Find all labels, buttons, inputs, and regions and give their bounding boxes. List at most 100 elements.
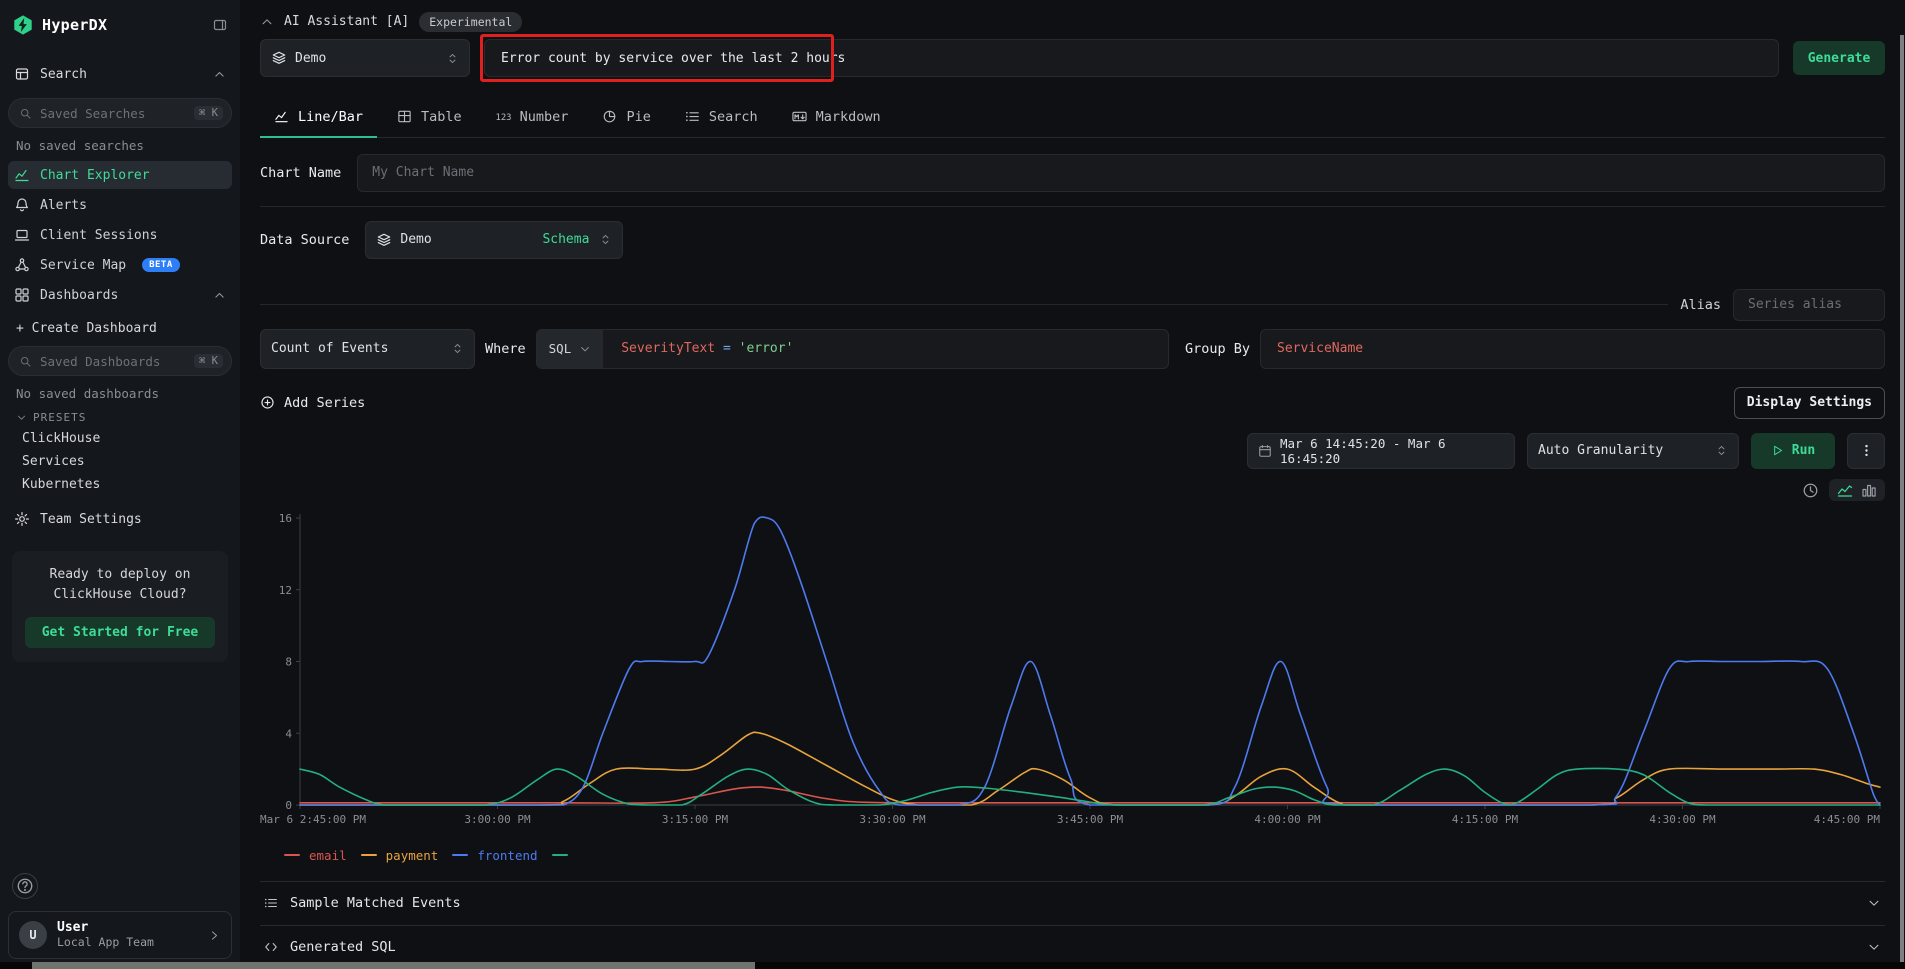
preset-clickhouse[interactable]: ClickHouse: [8, 428, 232, 449]
sample-matched-events-section[interactable]: Sample Matched Events: [260, 881, 1885, 925]
legend-swatch: [452, 854, 468, 856]
dots-vertical-icon: [1859, 443, 1874, 458]
ai-prompt-input[interactable]: [484, 39, 1779, 77]
sidebar-item-label: Service Map: [40, 258, 126, 273]
schema-link[interactable]: Schema: [542, 232, 589, 247]
chevron-down-icon: [1867, 940, 1881, 954]
sidebar-collapse-button[interactable]: [212, 17, 228, 33]
kbd-shortcut: ⌘ K: [194, 354, 223, 368]
tab-label: Search: [709, 109, 758, 125]
grid-icon: [14, 287, 30, 303]
preset-services[interactable]: Services: [8, 451, 232, 472]
divider: [260, 304, 1668, 305]
app-window: HyperDX Search Saved Searches ⌘ K No sav…: [0, 0, 1905, 969]
where-input[interactable]: SQL SeverityText = 'error': [536, 329, 1169, 369]
create-dashboard-button[interactable]: + Create Dashboard: [8, 321, 232, 336]
panel-icon: [212, 17, 228, 33]
layers-icon: [271, 50, 287, 66]
alias-input[interactable]: [1733, 289, 1885, 321]
svg-text:4:45:00 PM: 4:45:00 PM: [1814, 813, 1881, 826]
sidebar-section-search[interactable]: Search: [8, 60, 232, 88]
gear-icon: [14, 511, 30, 527]
chart-name-input[interactable]: [357, 154, 1885, 192]
sidebar-item-dashboards[interactable]: Dashboards: [8, 281, 232, 309]
sidebar-item-team-settings[interactable]: Team Settings: [8, 505, 232, 533]
granularity-select[interactable]: Auto Granularity: [1527, 433, 1739, 469]
group-by-label: Group By: [1185, 341, 1250, 357]
add-series-button[interactable]: Add Series: [260, 395, 365, 411]
chevron-down-icon: [1867, 896, 1881, 910]
main-content: AI Assistant [A] Experimental Demo Gener…: [240, 0, 1905, 969]
tab-label: Pie: [626, 109, 650, 125]
time-range-value: Mar 6 14:45:20 - Mar 6 16:45:20: [1280, 436, 1504, 466]
clickhouse-cloud-promo: Ready to deploy on ClickHouse Cloud? Get…: [12, 551, 228, 662]
line-chart-toggle[interactable]: [1834, 482, 1856, 498]
svg-text:12: 12: [279, 584, 292, 597]
line-chart-icon: [1837, 482, 1853, 498]
legend-item-email[interactable]: email: [284, 848, 347, 863]
tab-search[interactable]: Search: [671, 98, 772, 138]
tab-number[interactable]: 123Number: [482, 98, 583, 138]
window-icon: [14, 66, 30, 82]
presets-header[interactable]: PRESETS: [8, 411, 232, 424]
series-row: Count of Events Where SQL SeverityText =…: [260, 329, 1885, 369]
saved-searches-placeholder: Saved Searches: [40, 106, 186, 121]
saved-searches-input[interactable]: Saved Searches ⌘ K: [8, 98, 232, 128]
group-by-input[interactable]: ServiceName: [1260, 329, 1885, 369]
add-series-row: Add Series Display Settings: [260, 387, 1885, 419]
sidebar-item-alerts[interactable]: Alerts: [8, 191, 232, 219]
data-source-select[interactable]: Demo Schema: [365, 221, 623, 259]
user-menu[interactable]: U User Local App Team: [8, 911, 232, 959]
presets-label: PRESETS: [33, 411, 86, 424]
sidebar-item-service-map[interactable]: Service MapBETA: [8, 251, 232, 279]
promo-text: Ready to deploy on ClickHouse Cloud?: [22, 565, 218, 605]
bar-chart-toggle[interactable]: [1858, 482, 1880, 498]
svg-text:Mar 6 2:45:00 PM: Mar 6 2:45:00 PM: [260, 813, 366, 826]
legend-label: payment: [386, 848, 439, 863]
display-settings-button[interactable]: Display Settings: [1734, 387, 1885, 419]
run-button[interactable]: Run: [1751, 433, 1835, 469]
data-source-value: Demo: [400, 232, 431, 247]
legend-item-item[interactable]: [552, 854, 568, 856]
tab-label: Markdown: [816, 109, 881, 125]
chart-area[interactable]: 0481216Mar 6 2:45:00 PM3:00:00 PM3:15:00…: [260, 510, 1885, 840]
time-range-input[interactable]: Mar 6 14:45:20 - Mar 6 16:45:20: [1247, 433, 1515, 469]
preset-kubernetes[interactable]: Kubernetes: [8, 474, 232, 495]
clock-icon: [1802, 482, 1819, 499]
where-label: Where: [485, 341, 526, 357]
time-format-button[interactable]: [1802, 482, 1819, 499]
alias-label: Alias: [1680, 297, 1721, 313]
run-row: Mar 6 14:45:20 - Mar 6 16:45:20 Auto Gra…: [260, 433, 1885, 469]
aggregation-select[interactable]: Count of Events: [260, 329, 475, 369]
help-button[interactable]: [12, 873, 38, 899]
tab-label: Table: [421, 109, 462, 125]
run-label: Run: [1792, 443, 1815, 458]
tab-markdown[interactable]: Markdown: [778, 98, 895, 138]
svg-text:16: 16: [279, 512, 292, 525]
aggregation-value: Count of Events: [271, 341, 388, 356]
saved-dashboards-input[interactable]: Saved Dashboards ⌘ K: [8, 346, 232, 376]
experimental-badge: Experimental: [419, 12, 522, 32]
vertical-scrollbar[interactable]: [1900, 35, 1904, 965]
legend-swatch: [284, 854, 300, 856]
more-options-button[interactable]: [1847, 433, 1885, 469]
play-icon: [1771, 444, 1784, 457]
tab-pie[interactable]: Pie: [588, 98, 664, 138]
ai-source-select[interactable]: Demo: [260, 39, 470, 77]
line-chart[interactable]: 0481216Mar 6 2:45:00 PM3:00:00 PM3:15:00…: [260, 510, 1885, 840]
ai-generate-row: Demo Generate: [260, 39, 1885, 77]
legend-item-payment[interactable]: payment: [361, 848, 439, 863]
tab-line-bar[interactable]: Line/Bar: [260, 98, 377, 138]
legend-item-frontend[interactable]: frontend: [452, 848, 537, 863]
chevron-up-icon: [260, 15, 274, 29]
ai-assistant-header[interactable]: AI Assistant [A] Experimental: [260, 10, 1885, 33]
sidebar-item-chart-explorer[interactable]: Chart Explorer: [8, 161, 232, 189]
horizontal-scrollbar[interactable]: [32, 962, 755, 969]
generate-button[interactable]: Generate: [1793, 41, 1885, 75]
chevron-down-icon: [16, 412, 27, 423]
language-select[interactable]: SQL: [537, 330, 604, 368]
bar-chart-icon: [1861, 482, 1877, 498]
get-started-button[interactable]: Get Started for Free: [25, 617, 215, 648]
tab-table[interactable]: Table: [383, 98, 476, 138]
sidebar-item-client-sessions[interactable]: Client Sessions: [8, 221, 232, 249]
